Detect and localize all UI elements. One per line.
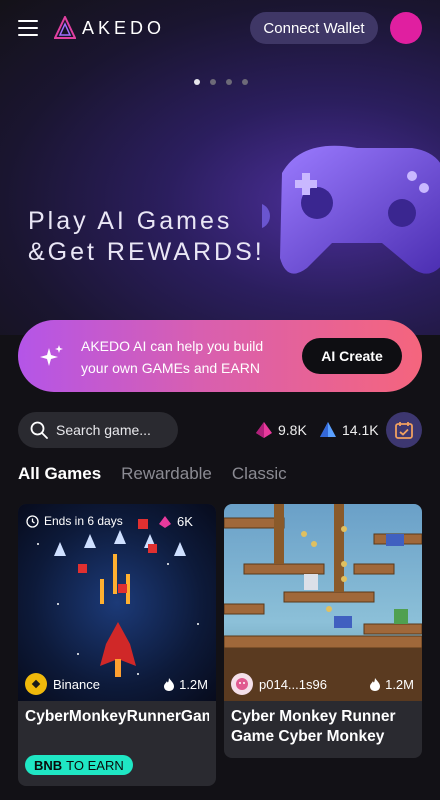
game-tabs: All Games Rewardable Classic [18,464,287,484]
hero-title-line1: Play AI Games [28,207,233,235]
game-thumbnail-space-shooter: Ends in 6 days 6K Binance 1.2M [18,504,216,701]
search-input[interactable] [56,422,166,438]
pink-gem-icon [256,422,272,438]
carousel-dots [194,79,248,85]
game-title: Cyber Monkey Runner Game Cyber Monkey [231,708,396,745]
sparkle-icon [40,345,63,366]
brand-name: AKEDO [82,17,166,38]
menu-icon[interactable] [18,20,38,36]
earn-token: BNB [34,757,63,773]
brand-logo[interactable]: AKEDO [54,16,165,40]
user-avatar-icon [231,673,253,695]
binance-icon [25,673,47,695]
gem-stat: 9.8K [255,421,307,439]
avatar[interactable] [390,12,422,44]
game-card[interactable]: p014...1s96 1.2M Cyber Monkey Runner Gam… [224,504,422,758]
flame-icon [164,678,175,691]
game-title: CyberMonkeyRunnerGameCybeMonkeyMon... [25,708,209,725]
ai-banner: AKEDO AI can help you build your own GAM… [18,320,422,392]
gem-reward-value: 6K [177,514,193,529]
play-count: 1.2M [163,677,208,692]
game-card[interactable]: Ends in 6 days 6K Binance 1.2M CyberMonk… [18,504,216,786]
calendar-check-button[interactable] [386,412,422,448]
game-controller-image [262,145,440,274]
publisher-name: p014...1s96 [259,676,327,692]
crystal-stat: 14.1K [319,421,379,439]
publisher: p014...1s96 [231,673,327,695]
play-count: 1.2M [369,677,414,692]
publisher: Binance [25,673,100,695]
tab-all-games[interactable]: All Games [18,464,101,484]
top-bar: AKEDO Connect Wallet [0,0,440,56]
carousel-dot[interactable] [226,79,232,85]
connect-wallet-button[interactable]: Connect Wallet [250,12,378,44]
hero-title-line2: &Get REWARDS! [28,238,265,266]
hero-title: Play AI Games &Get REWARDS! [28,206,265,268]
ends-text: Ends in 6 days [44,514,123,528]
earn-badge: BNB TO EARN [25,755,133,775]
publisher-name: Binance [53,676,100,692]
clock-icon [26,514,39,528]
calendar-check-icon [395,422,413,439]
flame-icon [370,678,381,691]
carousel-dot[interactable] [242,79,248,85]
gem-count: 9.8K [278,422,307,438]
akedo-logo-icon [54,16,76,39]
carousel-dot[interactable] [210,79,216,85]
play-count-value: 1.2M [179,677,208,692]
pink-gem-icon [159,515,171,528]
tab-classic[interactable]: Classic [232,464,287,484]
ai-banner-text: AKEDO AI can help you build your own GAM… [81,338,264,376]
crystal-count: 14.1K [342,422,379,438]
tab-rewardable[interactable]: Rewardable [121,464,212,484]
gem-reward: 6K [158,514,193,529]
blue-crystal-icon [320,422,336,437]
play-count-value: 1.2M [385,677,414,692]
carousel-dot[interactable] [194,79,200,85]
search-icon [30,421,48,439]
search-box[interactable] [18,412,178,448]
ai-create-button[interactable]: AI Create [302,338,402,374]
game-thumbnail-platformer: p014...1s96 1.2M [224,504,422,701]
ends-badge: Ends in 6 days [26,514,123,528]
earn-text: TO EARN [66,757,124,773]
